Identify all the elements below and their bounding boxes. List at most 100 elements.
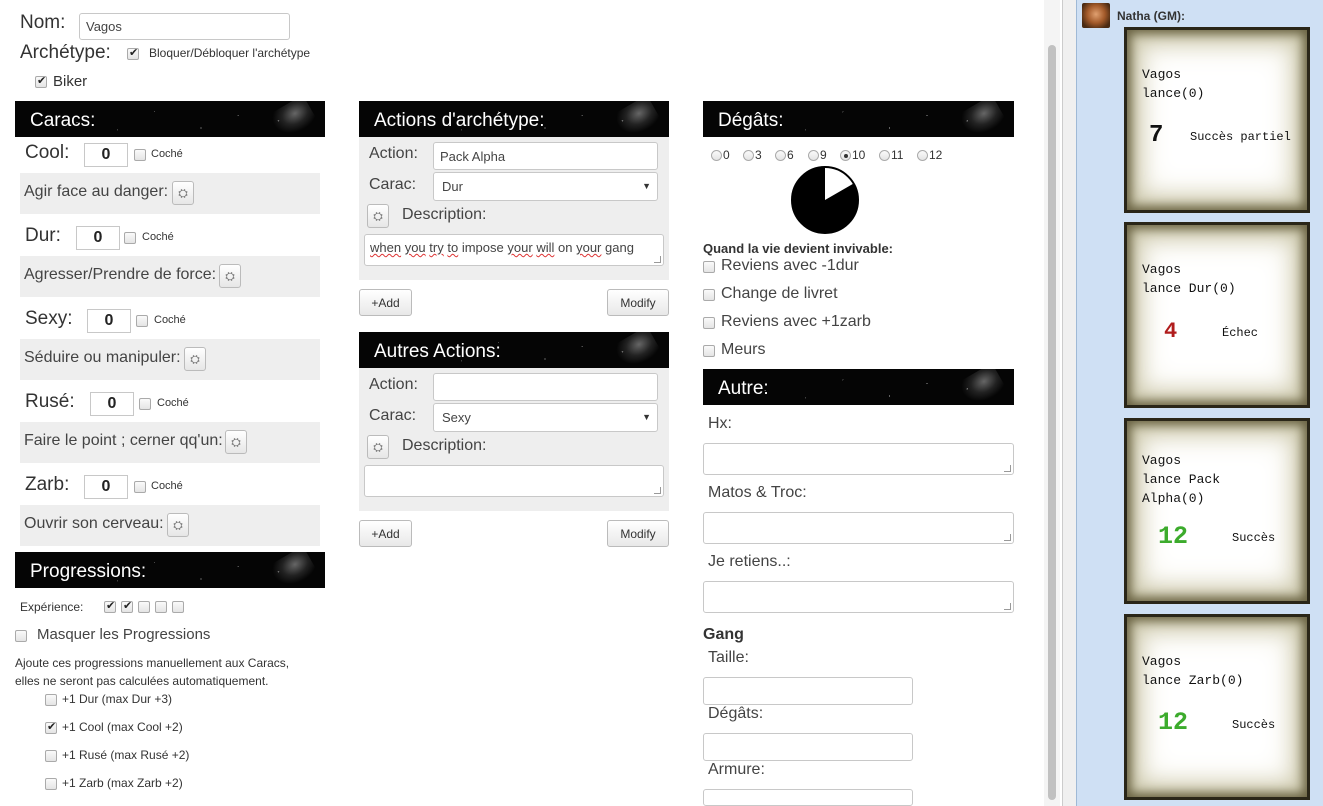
unlivable-option-checkbox[interactable] (703, 289, 715, 301)
roll-verdict: Échec (1222, 326, 1259, 340)
modify-archetype-action-button[interactable]: Modify (607, 289, 669, 316)
carac-value-cool[interactable] (84, 143, 128, 167)
roll-action-button[interactable]: ⛭ (367, 435, 389, 459)
modify-other-action-button[interactable]: Modify (607, 520, 669, 547)
progressions-header: Progressions: (15, 552, 325, 588)
carac-checked-dur[interactable] (124, 232, 136, 244)
roll-move-button[interactable]: ⛭ (225, 430, 247, 454)
carac-checked-zarb[interactable] (134, 481, 146, 493)
progression-checkbox[interactable] (45, 778, 57, 790)
lock-archetype-checkbox[interactable] (127, 46, 139, 60)
roll-move-button[interactable]: ⛭ (167, 513, 189, 537)
add-other-action-button[interactable]: +Add (359, 520, 412, 547)
carac-checked-sexy[interactable] (136, 315, 148, 327)
harm-radio-label: 12 (929, 148, 943, 162)
gang-armure-label: Armure: (708, 761, 765, 778)
roll-card-line2: lance(0) (1142, 86, 1205, 101)
sheet-scrollbar-thumb[interactable] (1048, 45, 1056, 800)
roll-result: 4 (1164, 319, 1178, 344)
description-word: try (429, 240, 444, 255)
dice-icon: ⛭ (190, 351, 200, 366)
experience-checkbox[interactable] (138, 601, 150, 613)
carac-value-dur[interactable] (76, 226, 120, 250)
matos-label: Matos & Troc: (708, 484, 807, 501)
nom-label: Nom: (20, 12, 66, 33)
progression-checkbox[interactable] (45, 694, 57, 706)
roll-card: Vagos lance Pack Alpha(0) 12 Succès (1124, 418, 1310, 604)
other-description-textarea[interactable] (364, 465, 664, 497)
roll-move-button[interactable]: ⛭ (219, 264, 241, 288)
harm-radio[interactable] (840, 150, 851, 161)
carac-name-sexy: Sexy: (25, 308, 73, 329)
move-label: Agresser/Prendre de force: (24, 266, 217, 283)
roll-action-button[interactable]: ⛭ (367, 204, 389, 228)
avatar (1082, 3, 1110, 28)
harm-clock (791, 166, 859, 234)
gang-taille-label: Taille: (708, 649, 749, 666)
add-archetype-action-button[interactable]: +Add (359, 289, 412, 316)
checked-label: Coché (154, 314, 186, 326)
harm-radio[interactable] (808, 150, 819, 161)
retiens-textarea[interactable] (703, 581, 1014, 613)
carac-checked-cool[interactable] (134, 149, 146, 161)
description-word: will (536, 240, 555, 255)
experience-checkbox[interactable] (155, 601, 167, 613)
roll-verdict: Succès partiel (1190, 130, 1291, 144)
checked-label: Coché (151, 148, 183, 160)
gang-degats-input[interactable] (703, 733, 913, 761)
description-word: gang (605, 240, 634, 255)
experience-checkbox[interactable] (172, 601, 184, 613)
unlivable-option-checkbox[interactable] (703, 345, 715, 357)
experience-checkbox[interactable] (121, 599, 133, 613)
harm-radio[interactable] (743, 150, 754, 161)
unlivable-option-checkbox[interactable] (703, 317, 715, 329)
gang-degats-label: Dégâts: (708, 705, 764, 722)
roll-move-button[interactable]: ⛭ (172, 181, 194, 205)
archetype-actions-title: Actions d'archétype: (374, 110, 545, 131)
archetype-action-input[interactable] (433, 142, 658, 170)
gang-taille-input[interactable] (703, 677, 913, 705)
description-word: you (404, 240, 426, 255)
experience-label: Expérience: (20, 600, 84, 614)
description-word: impose (461, 240, 504, 255)
dice-icon: ⛭ (373, 439, 383, 454)
harm-radio-label: 0 (723, 148, 730, 162)
description-word: to (447, 240, 459, 255)
roll-move-button[interactable]: ⛭ (184, 347, 206, 371)
other-action-input[interactable] (433, 373, 658, 401)
carac-value-zarb[interactable] (84, 475, 128, 499)
checked-label: Coché (157, 397, 189, 409)
harm-radio[interactable] (711, 150, 722, 161)
progression-checkbox[interactable] (45, 720, 57, 734)
harm-radio[interactable] (879, 150, 890, 161)
move-row-ruse: Faire le point ; cerner qq'un: (20, 422, 320, 463)
carac-label: Carac: (369, 176, 417, 193)
description-label: Description: (402, 437, 487, 454)
archetype-description-textarea[interactable]: when you try to impose your will on your… (364, 234, 664, 266)
roll-card-line2: lance Pack (1142, 472, 1221, 487)
progression-label: +1 Cool (max Cool +2) (62, 720, 183, 734)
harm-radio-label: 3 (755, 148, 762, 162)
harm-radio[interactable] (775, 150, 786, 161)
carac-checked-ruse[interactable] (139, 398, 151, 410)
carac-value-ruse[interactable] (90, 392, 134, 416)
gang-armure-input[interactable] (703, 789, 913, 806)
archetype-value: Biker (53, 73, 88, 90)
hide-progressions-checkbox[interactable] (15, 630, 27, 642)
harm-radio[interactable] (917, 150, 928, 161)
progression-checkbox[interactable] (45, 750, 57, 762)
archetype-biker-checkbox[interactable] (35, 74, 47, 88)
roll-card-line1: Vagos (1142, 453, 1182, 468)
unlivable-option-checkbox[interactable] (703, 261, 715, 273)
description-text: when you try to impose your will on your… (370, 240, 634, 255)
hx-textarea[interactable] (703, 443, 1014, 475)
unlivable-option-label: Meurs (721, 341, 766, 358)
nom-input[interactable] (79, 13, 290, 40)
carac-value-sexy[interactable] (87, 309, 131, 333)
archetype-carac-select[interactable]: Dur (433, 172, 658, 201)
other-carac-select[interactable]: Sexy (433, 403, 658, 432)
roll-result: 12 (1158, 708, 1189, 737)
move-label: Faire le point ; cerner qq'un: (24, 432, 223, 449)
matos-textarea[interactable] (703, 512, 1014, 544)
experience-checkbox[interactable] (104, 599, 116, 613)
